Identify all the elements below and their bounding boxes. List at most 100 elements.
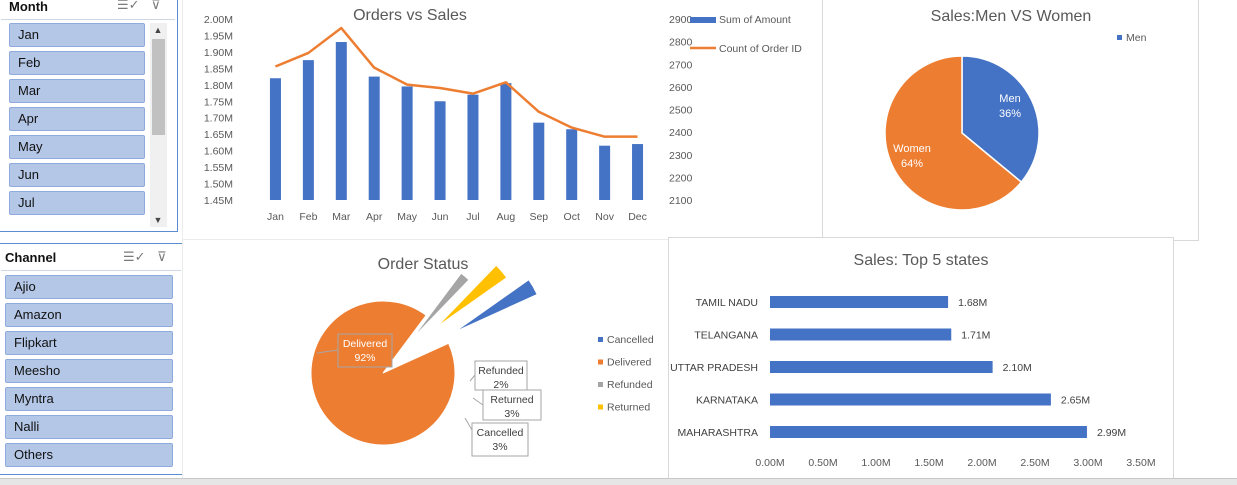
- y-left-tick-label: 1.50M: [204, 179, 233, 191]
- scroll-up-icon[interactable]: ▲: [150, 25, 166, 35]
- bar-sum-of-amount: [566, 129, 578, 200]
- y-left-tick-label: 1.45M: [204, 195, 233, 207]
- slicer-item-may[interactable]: May: [9, 135, 145, 159]
- data-label: 2.99M: [1097, 427, 1126, 439]
- x-tick-label: Jun: [432, 211, 449, 223]
- legend-swatch-cancelled: [598, 337, 603, 342]
- leader-line: [472, 397, 484, 406]
- legend-swatch-returned: [598, 404, 603, 410]
- bar-state-sales: [770, 426, 1087, 438]
- slicer-item-apr[interactable]: Apr: [9, 107, 145, 131]
- top-states-chart: Sales: Top 5 states TAMIL NADU 1.68M TELANG…: [668, 237, 1174, 480]
- data-label-value: 3%: [504, 408, 519, 420]
- bar-sum-of-amount: [632, 144, 644, 200]
- x-tick-label: 0.50M: [808, 457, 837, 469]
- legend-label: Men: [1126, 32, 1147, 44]
- clear-filter-icon[interactable]: ⊽: [151, 0, 161, 13]
- bar-sum-of-amount: [434, 101, 446, 200]
- legend-swatch-sum-of-amount: [690, 17, 716, 23]
- slicer-item-amazon[interactable]: Amazon: [5, 303, 173, 327]
- x-tick-label: Sep: [529, 211, 548, 223]
- bar-sum-of-amount: [368, 76, 380, 200]
- data-label: 2.65M: [1061, 395, 1090, 407]
- data-label-value: 92%: [354, 352, 375, 364]
- y-tick-label: KARNATAKA: [696, 395, 758, 407]
- slicer-item-nalli[interactable]: Nalli: [5, 415, 173, 439]
- y-tick-label: TAMIL NADU: [696, 297, 758, 309]
- clear-filter-icon[interactable]: ⊽: [157, 249, 167, 265]
- bar-sum-of-amount: [500, 83, 512, 200]
- y-right-tick-label: 2300: [669, 150, 693, 162]
- data-label-name: Cancelled: [477, 427, 524, 439]
- line-count-of-order-id: [274, 26, 638, 138]
- channel-slicer-divider: [1, 270, 181, 271]
- leader-line: [464, 417, 473, 431]
- data-label-value: 36%: [999, 108, 1021, 120]
- chart-title: Sales: Top 5 states: [854, 252, 989, 269]
- x-tick-label: May: [397, 211, 418, 223]
- x-tick-label: 1.50M: [914, 457, 943, 469]
- x-tick-label: Jul: [466, 211, 479, 223]
- multi-select-icon[interactable]: ☰✓: [123, 249, 146, 265]
- legend-label: Count of Order ID: [719, 43, 802, 55]
- y-right-tick-label: 2200: [669, 172, 693, 184]
- slicer-item-ajio[interactable]: Ajio: [5, 275, 173, 299]
- legend-label: Returned: [607, 402, 650, 414]
- orders-vs-sales-chart: Orders vs Sales 1.45M 1.50M 1.55M 1.60M 1.65M…: [182, 0, 824, 241]
- month-scrollbar[interactable]: ▲ ▼: [150, 23, 167, 227]
- men-vs-women-chart: Sales:Men VS Women Men 36% Women 64% Men: [822, 0, 1199, 241]
- chart-title: Order Status: [378, 256, 469, 273]
- order-status-chart: Order Status Delivered 92% Refunded 2% Return…: [182, 239, 670, 480]
- bar-sum-of-amount: [533, 122, 545, 200]
- data-label: 2.10M: [1003, 362, 1032, 374]
- bar-state-sales: [770, 393, 1051, 406]
- slicer-item-mar[interactable]: Mar: [9, 79, 145, 103]
- y-right-tick-label: 2400: [669, 127, 693, 139]
- month-slicer-divider: [1, 19, 175, 20]
- y-left-tick-label: 1.70M: [204, 113, 233, 125]
- slicer-item-jun[interactable]: Jun: [9, 163, 145, 187]
- legend-swatch-men: [1117, 35, 1122, 40]
- scroll-down-icon[interactable]: ▼: [150, 215, 166, 225]
- data-label: 1.68M: [958, 297, 987, 309]
- data-label-name: Women: [893, 143, 931, 155]
- y-right-tick-label: 2700: [669, 59, 693, 71]
- x-tick-label: 0.00M: [755, 457, 784, 469]
- slicer-item-flipkart[interactable]: Flipkart: [5, 331, 173, 355]
- y-left-tick-label: 1.90M: [204, 47, 233, 59]
- slicer-item-myntra[interactable]: Myntra: [5, 387, 173, 411]
- scroll-thumb[interactable]: [152, 39, 165, 135]
- slicer-item-jul[interactable]: Jul: [9, 191, 145, 215]
- x-tick-label: Jan: [267, 211, 284, 223]
- x-tick-label: 1.00M: [861, 457, 890, 469]
- legend-label: Delivered: [607, 357, 652, 369]
- legend-label: Refunded: [607, 379, 653, 391]
- y-right-tick-label: 2800: [669, 37, 693, 49]
- bar-state-sales: [770, 361, 993, 373]
- bar-sum-of-amount: [467, 94, 479, 200]
- slicer-item-jan[interactable]: Jan: [9, 23, 145, 47]
- x-tick-label: Aug: [497, 211, 516, 223]
- top-states-svg: Sales: Top 5 states TAMIL NADU 1.68M TELANG…: [670, 252, 1156, 469]
- legend-swatch-refunded: [598, 382, 603, 387]
- slicer-item-feb[interactable]: Feb: [9, 51, 145, 75]
- legend-label: Cancelled: [607, 334, 654, 346]
- y-tick-label: TELANGANA: [694, 330, 758, 342]
- bar-sum-of-amount: [302, 60, 314, 200]
- x-tick-label: Feb: [299, 211, 317, 223]
- month-slicer: Month ☰✓ ⊽ Jan Feb Mar Apr May Jun Jul ▲ ▼: [0, 0, 178, 232]
- x-tick-label: Dec: [628, 211, 647, 223]
- slicer-item-others[interactable]: Others: [5, 443, 173, 467]
- legend-label: Sum of Amount: [719, 14, 791, 26]
- x-tick-label: Oct: [564, 211, 580, 223]
- slicer-item-meesho[interactable]: Meesho: [5, 359, 173, 383]
- order-status-svg: Order Status Delivered 92% Refunded 2% Return…: [310, 256, 654, 457]
- data-label-name: Delivered: [343, 338, 388, 350]
- data-label: 1.71M: [961, 330, 990, 342]
- y-right-tick-label: 2900: [669, 14, 693, 26]
- y-tick-label: MAHARASHTRA: [677, 427, 758, 439]
- pie-slice-delivered: [310, 300, 456, 446]
- y-left-tick-label: 1.95M: [204, 30, 233, 42]
- men-vs-women-svg: Sales:Men VS Women Men 36% Women 64% Men: [884, 8, 1147, 211]
- multi-select-icon[interactable]: ☰✓: [117, 0, 140, 13]
